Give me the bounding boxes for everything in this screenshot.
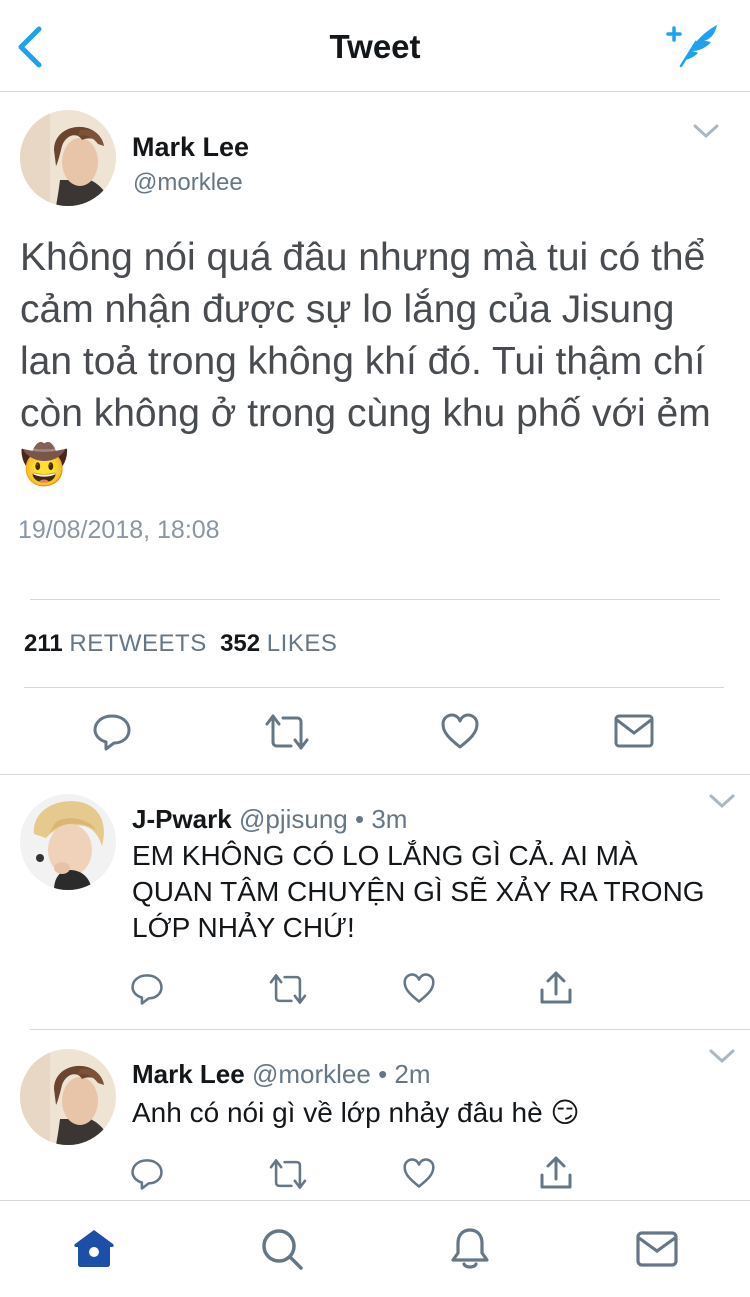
author-name[interactable]: Mark Lee	[132, 1059, 245, 1089]
like-heart-icon[interactable]	[402, 972, 436, 1004]
avatar[interactable]	[20, 1049, 116, 1145]
share-icon[interactable]	[538, 1155, 574, 1191]
tweet-timestamp: 19/08/2018, 18:08	[18, 516, 220, 544]
retweet-icon[interactable]	[268, 1157, 308, 1191]
messages-icon[interactable]	[636, 1231, 678, 1267]
top-nav-bar: Tweet	[0, 0, 750, 92]
reply-time: • 2m	[378, 1059, 431, 1089]
reply-text: Anh có nói gì về lớp nhảy đâu hè 😏	[132, 1097, 580, 1128]
notifications-icon[interactable]	[450, 1227, 490, 1271]
compose-tweet-button[interactable]	[666, 22, 720, 68]
bottom-tab-bar	[0, 1200, 750, 1297]
likes-count[interactable]: 352	[220, 630, 260, 657]
search-icon[interactable]	[260, 1227, 304, 1271]
avatar[interactable]	[20, 110, 116, 206]
tweet-stats: 211 RETWEETS 352 LIKES	[24, 630, 337, 658]
author-name[interactable]: J-Pwark	[132, 804, 232, 834]
likes-label[interactable]: LIKES	[267, 630, 338, 657]
reply-icon[interactable]	[130, 1157, 164, 1191]
home-icon[interactable]	[72, 1227, 116, 1269]
page-title: Tweet	[329, 28, 421, 65]
share-icon[interactable]	[538, 970, 574, 1006]
direct-message-icon[interactable]	[614, 714, 654, 748]
retweets-count[interactable]: 211	[24, 630, 63, 657]
retweet-icon[interactable]	[264, 712, 310, 752]
reply-header: Mark Lee @morklee • 2m	[132, 1059, 431, 1090]
author-handle[interactable]: @morklee	[133, 169, 243, 197]
tweet-text: Không nói quá đâu nhưng mà tui có thể cả…	[20, 236, 711, 487]
divider	[0, 774, 750, 775]
chevron-down-icon[interactable]	[708, 792, 736, 810]
reply-icon[interactable]	[92, 712, 132, 752]
reply-icon[interactable]	[130, 972, 164, 1006]
divider	[24, 687, 724, 688]
like-heart-icon[interactable]	[402, 1157, 436, 1189]
author-name[interactable]: Mark Lee	[132, 132, 249, 163]
retweet-icon[interactable]	[268, 972, 308, 1006]
reply-text: EM KHÔNG CÓ LO LẮNG GÌ CẢ. AI MÀ QUAN TÂ…	[132, 840, 705, 943]
author-handle[interactable]: @morklee	[252, 1059, 371, 1089]
chevron-down-icon[interactable]	[708, 1047, 736, 1065]
avatar[interactable]	[20, 794, 116, 890]
reply-time: • 3m	[355, 804, 408, 834]
divider	[30, 599, 720, 600]
author-handle[interactable]: @pjisung	[239, 804, 348, 834]
like-heart-icon[interactable]	[440, 712, 480, 750]
retweets-label[interactable]: RETWEETS	[69, 630, 206, 657]
divider	[30, 1029, 750, 1030]
chevron-down-icon[interactable]	[692, 122, 720, 140]
reply-header: J-Pwark @pjisung • 3m	[132, 804, 407, 835]
compose-feather-icon	[666, 25, 717, 68]
